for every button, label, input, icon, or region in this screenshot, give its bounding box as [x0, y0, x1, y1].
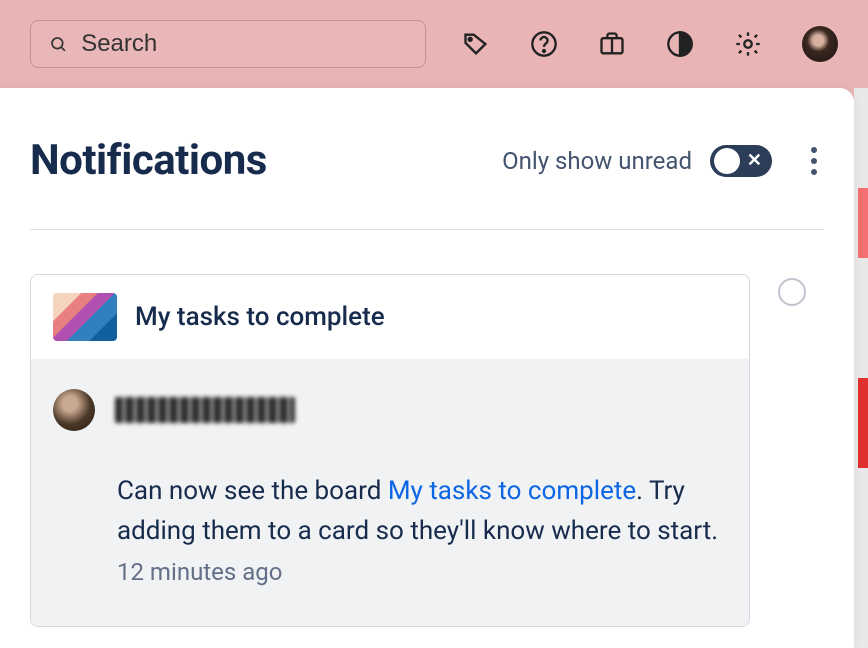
panel-header: Notifications Only show unread ✕ [30, 88, 824, 229]
actor-avatar [53, 389, 95, 431]
board-title: My tasks to complete [135, 302, 385, 332]
notification-card-header: My tasks to complete [31, 275, 749, 359]
contrast-icon[interactable] [666, 30, 694, 58]
top-bar [0, 0, 868, 88]
settings-icon[interactable] [734, 30, 762, 58]
actor-name [115, 397, 295, 423]
background-board-strip [854, 88, 868, 648]
board-thumbnail [53, 293, 117, 341]
topbar-icons [462, 26, 838, 62]
notification-card[interactable]: My tasks to complete Can now see the boa… [30, 274, 750, 627]
search-box[interactable] [30, 20, 426, 68]
briefcase-icon[interactable] [598, 30, 626, 58]
user-avatar[interactable] [802, 26, 838, 62]
help-icon[interactable] [530, 30, 558, 58]
notifications-panel: Notifications Only show unread ✕ My task… [0, 88, 854, 648]
toggle-knob [714, 148, 740, 174]
mark-read-button[interactable] [778, 278, 806, 306]
tag-icon[interactable] [462, 30, 490, 58]
toggle-x-icon: ✕ [747, 150, 762, 172]
unread-toggle[interactable]: ✕ [710, 145, 772, 177]
notification-text: Can now see the board My tasks to comple… [53, 471, 727, 592]
search-input[interactable] [81, 30, 407, 58]
unread-filter-label: Only show unread [502, 147, 692, 175]
timestamp: 12 minutes ago [117, 558, 282, 586]
board-link[interactable]: My tasks to complete [388, 476, 636, 506]
more-menu-button[interactable] [804, 145, 824, 177]
notification-card-body: Can now see the board My tasks to comple… [31, 359, 749, 626]
notif-prefix: Can now see the board [117, 476, 388, 506]
panel-title: Notifications [30, 136, 267, 185]
search-icon [49, 34, 67, 54]
